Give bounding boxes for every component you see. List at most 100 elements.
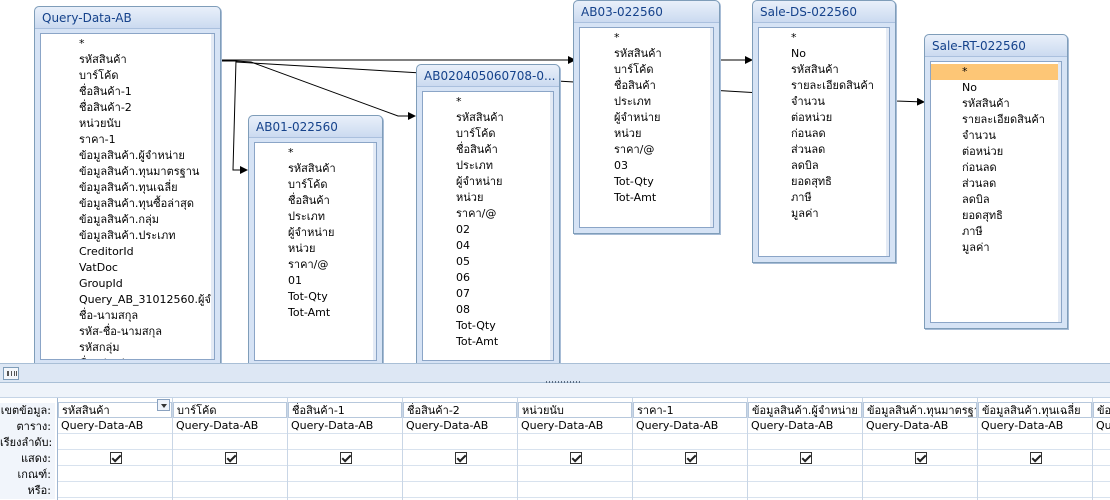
field-list[interactable]: * รหัสสินค้า บาร์โค้ด ชื่อสินค้า-1 ชื่อสินค้… <box>40 33 215 360</box>
grid-column[interactable]: ข้อมูลสินค้า.ทุนเฉลี่ย Query-Data-AB <box>978 398 1093 500</box>
grid-sort-cell[interactable] <box>518 434 632 450</box>
field-item[interactable]: บาร์โค้ด <box>580 62 713 78</box>
grid-table-cell[interactable]: Query-Data-AB <box>863 418 977 434</box>
grid-field-cell[interactable]: ข้อมูลสินค้า.ทุนมาตรฐาน <box>863 402 977 418</box>
field-item[interactable]: ชื่อสินค้า-1 <box>41 84 214 100</box>
grid-table-cell[interactable]: Qu <box>1093 418 1110 434</box>
field-item[interactable]: GroupId <box>41 276 214 292</box>
grid-sort-cell[interactable] <box>58 434 172 450</box>
field-item[interactable]: 08 <box>423 302 553 318</box>
grid-table-cell[interactable]: Query-Data-AB <box>748 418 862 434</box>
field-item[interactable]: ภาษี <box>759 190 889 206</box>
field-item[interactable]: บาร์โค้ด <box>255 177 376 193</box>
field-item[interactable]: รหัส-ชื่อ-นามสกุล <box>41 324 214 340</box>
field-item[interactable]: ชื่อสินค้า <box>423 142 553 158</box>
field-item[interactable]: Query_AB_31012560.ผู้จำหน่าย <box>41 292 214 308</box>
field-item[interactable]: 02 <box>423 222 553 238</box>
field-item[interactable]: ส่วนลด <box>931 176 1061 192</box>
field-item[interactable]: ข้อมูลสินค้า.ทุนเฉลี่ย <box>41 180 214 196</box>
grid-column[interactable]: รหัสสินค้า Query-Data-AB <box>58 398 173 500</box>
grid-table-cell[interactable]: Query-Data-AB <box>58 418 172 434</box>
field-list[interactable]: * No รหัสสินค้า รายละเอียดสินค้า จำนวน ต่อหน่… <box>930 61 1062 323</box>
grid-columns[interactable]: รหัสสินค้า Query-Data-AB บาร์โค้ด Query-Dat… <box>57 398 1110 500</box>
vertical-scrollbar[interactable] <box>550 92 553 360</box>
grid-or-cell[interactable] <box>288 482 402 498</box>
field-item[interactable]: ส่วนลด <box>759 142 889 158</box>
query-design-area[interactable]: Query-Data-AB * รหัสสินค้า บาร์โค้ด ชื่อสิน… <box>0 0 1110 363</box>
vertical-scrollbar[interactable] <box>373 143 376 360</box>
field-item[interactable]: จำนวน <box>759 94 889 110</box>
grid-or-cell[interactable] <box>173 482 287 498</box>
grid-column[interactable]: ชื่อสินค้า-1 Query-Data-AB <box>288 398 403 500</box>
table-title[interactable]: Sale-RT-022560 <box>925 35 1067 57</box>
show-checkbox[interactable] <box>800 452 812 464</box>
show-checkbox[interactable] <box>915 452 927 464</box>
grid-field-cell[interactable]: บาร์โค้ด <box>173 402 287 418</box>
table-window-query-data-ab[interactable]: Query-Data-AB * รหัสสินค้า บาร์โค้ด ชื่อสิน… <box>34 6 221 363</box>
grid-column[interactable]: ข้อQu <box>1093 398 1110 500</box>
grid-column[interactable]: ข้อมูลสินค้า.ผู้จำหน่าย Query-Data-AB <box>748 398 863 500</box>
grid-show-cell[interactable] <box>1093 450 1110 466</box>
grid-sort-cell[interactable] <box>633 434 747 450</box>
grid-criteria-cell[interactable] <box>748 466 862 482</box>
field-item[interactable]: ผู้จำหน่าย <box>255 225 376 241</box>
grid-show-cell[interactable] <box>518 450 632 466</box>
grid-sort-cell[interactable] <box>403 434 517 450</box>
field-item[interactable]: บาร์โค้ด <box>423 126 553 142</box>
table-title[interactable]: AB020405060708-0... <box>417 65 559 87</box>
grid-show-cell[interactable] <box>633 450 747 466</box>
field-item[interactable]: รหัสสินค้า <box>931 96 1061 112</box>
field-item-all[interactable]: * <box>580 30 713 46</box>
field-item[interactable]: ก่อนลด <box>759 126 889 142</box>
table-title[interactable]: AB03-022560 <box>574 1 719 23</box>
grid-show-cell[interactable] <box>863 450 977 466</box>
field-item[interactable]: รหัสสินค้า <box>423 110 553 126</box>
grid-field-cell[interactable]: ราคา-1 <box>633 402 747 418</box>
grid-sort-cell[interactable] <box>978 434 1092 450</box>
field-item[interactable]: Tot-Qty <box>580 174 713 190</box>
field-item[interactable]: ผู้จำหน่าย <box>580 110 713 126</box>
field-item[interactable]: ลดบิล <box>759 158 889 174</box>
field-item-all[interactable]: * <box>255 145 376 161</box>
grid-field-cell[interactable]: ข้อ <box>1093 402 1110 418</box>
field-item[interactable]: รายละเอียดสินค้า <box>931 112 1061 128</box>
vertical-scrollbar[interactable] <box>710 28 713 227</box>
field-item[interactable]: ชื่อสินค้า <box>255 193 376 209</box>
grid-or-cell[interactable] <box>518 482 632 498</box>
field-item[interactable]: รหัสกลุ่ม <box>41 340 214 356</box>
grid-table-cell[interactable]: Query-Data-AB <box>978 418 1092 434</box>
grid-table-cell[interactable]: Query-Data-AB <box>633 418 747 434</box>
field-item[interactable]: ภาษี <box>931 224 1061 240</box>
grid-table-cell[interactable]: Query-Data-AB <box>518 418 632 434</box>
chevron-down-icon[interactable] <box>157 399 170 411</box>
grid-show-cell[interactable] <box>403 450 517 466</box>
field-item-all[interactable]: * <box>931 64 1061 80</box>
field-item-all[interactable]: * <box>423 94 553 110</box>
grid-criteria-cell[interactable] <box>403 466 517 482</box>
field-item[interactable]: No <box>931 80 1061 96</box>
grid-or-cell[interactable] <box>1093 482 1110 498</box>
field-item[interactable]: ข้อมูลสินค้า.กลุ่ม <box>41 212 214 228</box>
grid-sort-cell[interactable] <box>173 434 287 450</box>
grid-column[interactable]: บาร์โค้ด Query-Data-AB <box>173 398 288 500</box>
show-checkbox[interactable] <box>340 452 352 464</box>
grid-or-cell[interactable] <box>748 482 862 498</box>
grid-show-cell[interactable] <box>173 450 287 466</box>
field-item[interactable]: 04 <box>423 238 553 254</box>
field-item[interactable]: No <box>759 46 889 62</box>
field-item[interactable]: ยอดสุทธิ <box>931 208 1061 224</box>
grid-field-cell[interactable]: ข้อมูลสินค้า.ทุนเฉลี่ย <box>978 402 1092 418</box>
field-item[interactable]: ข้อมูลสินค้า.ประเภท <box>41 228 214 244</box>
field-item-all[interactable]: * <box>759 30 889 46</box>
grid-criteria-cell[interactable] <box>518 466 632 482</box>
grid-field-cell[interactable]: ข้อมูลสินค้า.ผู้จำหน่าย <box>748 402 862 418</box>
table-window-ab01[interactable]: AB01-022560 * รหัสสินค้า บาร์โค้ด ชื่อสินค้… <box>248 115 383 363</box>
grid-column[interactable]: ชื่อสินค้า-2 Query-Data-AB <box>403 398 518 500</box>
grid-or-cell[interactable] <box>58 482 172 498</box>
field-item[interactable]: ราคา/@ <box>580 142 713 158</box>
toggle-pane-icon[interactable] <box>3 367 19 380</box>
field-item[interactable]: รายละเอียดสินค้า <box>759 78 889 94</box>
field-item[interactable]: ข้อมูลสินค้า.ผู้จำหน่าย <box>41 148 214 164</box>
vertical-scrollbar[interactable] <box>1058 62 1061 322</box>
field-item[interactable]: 03 <box>580 158 713 174</box>
